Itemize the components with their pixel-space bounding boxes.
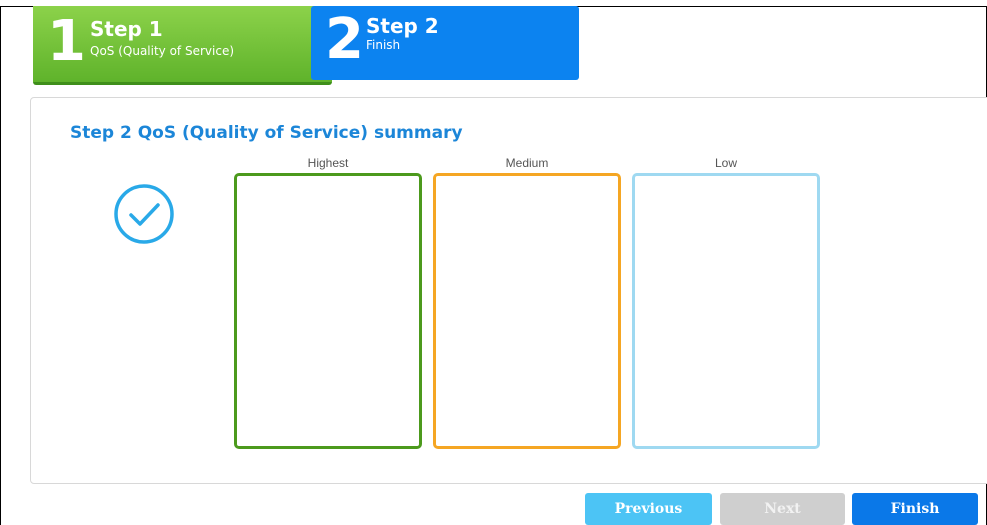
priority-label-highest: Highest xyxy=(307,156,349,170)
step-subtitle: Finish xyxy=(366,38,401,52)
step-number: 2 xyxy=(325,7,364,72)
wizard-step-1[interactable]: 1 Step 1 QoS (Quality of Service) xyxy=(33,6,332,85)
step-subtitle: QoS (Quality of Service) xyxy=(90,44,235,58)
check-circle-icon xyxy=(114,184,174,244)
step-number: 1 xyxy=(47,9,86,74)
frame-left-border xyxy=(0,6,1,525)
finish-button[interactable]: Finish xyxy=(852,493,978,525)
priority-box-highest[interactable] xyxy=(234,173,422,449)
priority-box-medium[interactable] xyxy=(433,173,621,449)
step-title: Step 1 xyxy=(90,17,163,41)
qos-summary-panel: Step 2 QoS (Quality of Service) summary … xyxy=(30,97,987,484)
next-button[interactable]: Next xyxy=(720,493,845,525)
priority-box-low[interactable] xyxy=(632,173,820,449)
previous-button[interactable]: Previous xyxy=(585,493,712,525)
priority-label-medium: Medium xyxy=(505,156,549,170)
step-title: Step 2 xyxy=(366,14,439,38)
priority-label-low: Low xyxy=(714,156,737,170)
wizard-step-2[interactable]: 2 Step 2 Finish xyxy=(311,6,579,80)
panel-title: Step 2 QoS (Quality of Service) summary xyxy=(70,123,463,143)
